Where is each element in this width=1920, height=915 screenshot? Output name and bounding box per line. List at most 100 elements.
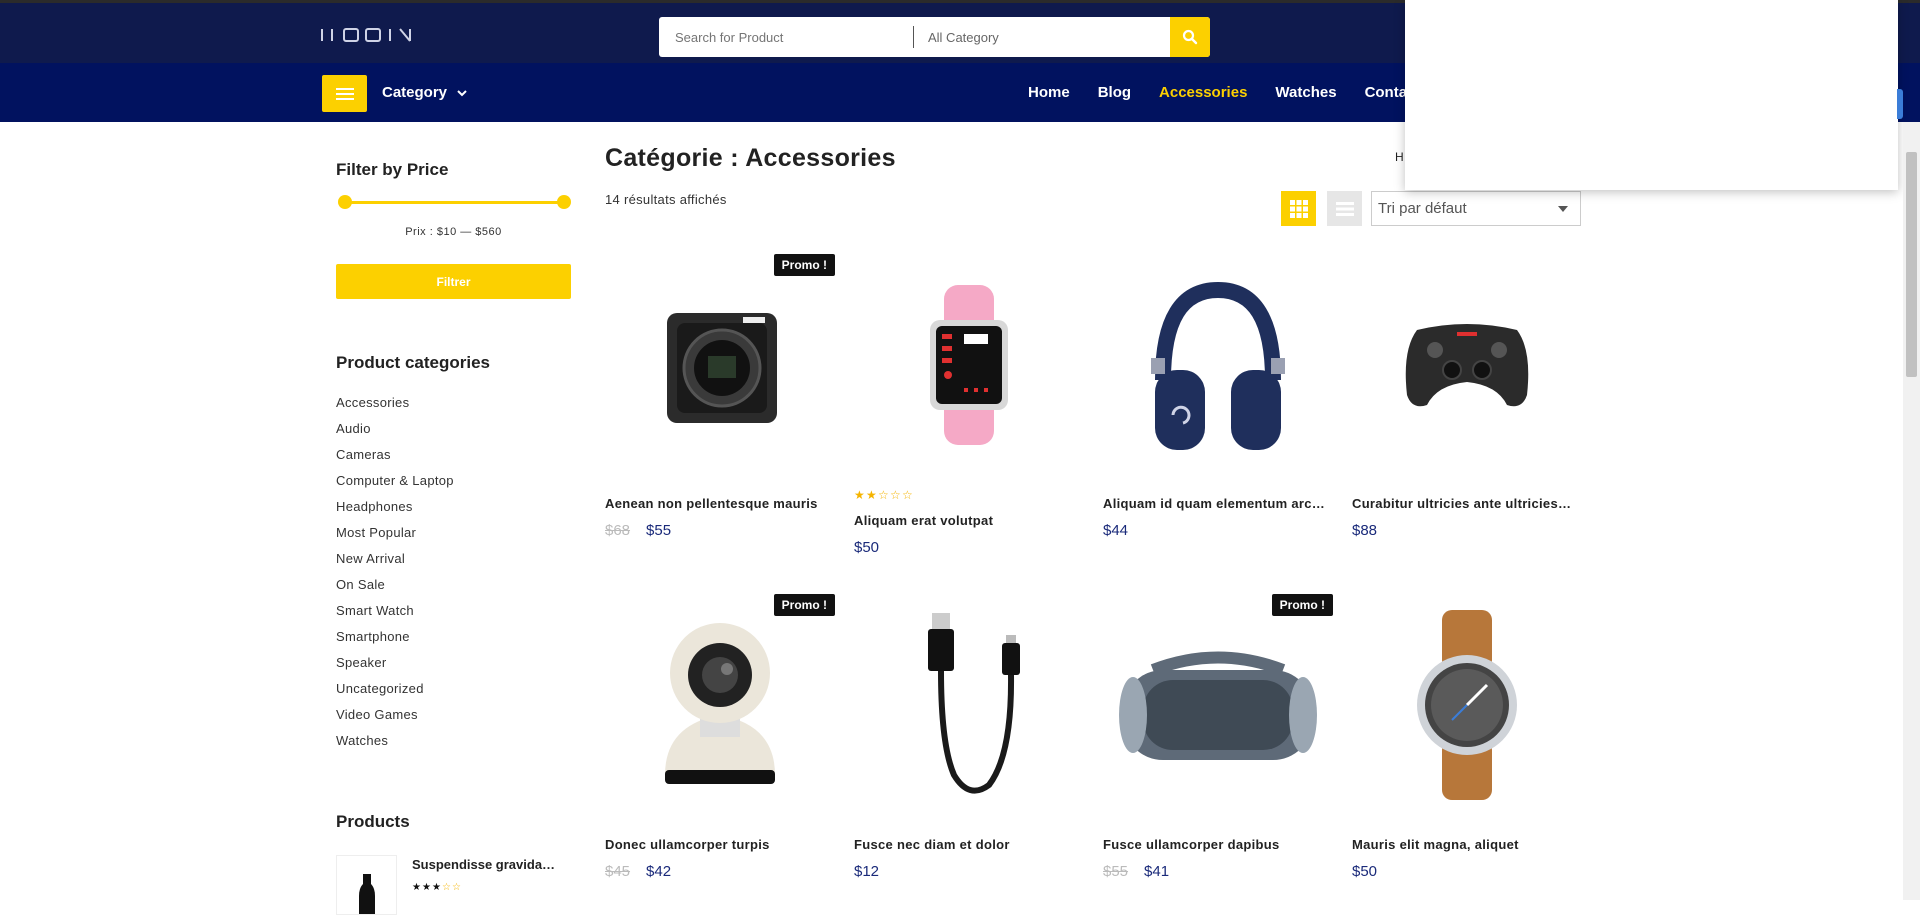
search-bar: All Category	[659, 17, 1210, 57]
product-title[interactable]: Aliquam erat volutpat	[854, 513, 1084, 528]
search-icon	[1182, 29, 1198, 45]
svg-text:☆: ☆	[452, 882, 461, 891]
menu-home[interactable]: Home	[1028, 84, 1070, 101]
svg-text:★: ★	[854, 488, 866, 500]
product-price: $50	[1352, 863, 1377, 880]
chevron-down-icon	[457, 89, 467, 96]
svg-text:☆: ☆	[442, 882, 451, 891]
product-thumbnail[interactable]	[336, 855, 397, 915]
product-title[interactable]: Donec ullamcorper turpis	[605, 837, 835, 852]
products-title: Products	[336, 812, 410, 831]
product-card[interactable]: Promo !	[605, 250, 835, 423]
product-card[interactable]	[1352, 590, 1582, 820]
product-title[interactable]: Curabitur ultricies ante ultricies…	[1352, 496, 1582, 511]
product-image[interactable]	[1352, 590, 1582, 820]
old-price: $55	[1103, 863, 1129, 880]
main-menu: Home Blog Accessories Watches Contac	[1028, 84, 1443, 101]
category-label: Category	[382, 84, 448, 101]
category-link[interactable]: Uncategorized	[336, 681, 454, 707]
popup-edge-tab[interactable]	[1897, 89, 1903, 119]
price-range-label: Prix : $10 — $560	[405, 226, 502, 238]
menu-watches[interactable]: Watches	[1275, 84, 1336, 101]
category-link[interactable]: Watches	[336, 733, 454, 759]
category-link[interactable]: Audio	[336, 421, 454, 447]
breadcrumb[interactable]: H	[1395, 150, 1404, 164]
product-card[interactable]: Promo !	[605, 590, 835, 820]
sort-select[interactable]: Tri par défaut	[1371, 191, 1581, 226]
current-price: $88	[1352, 522, 1378, 539]
product-price: $50	[854, 539, 879, 556]
menu-blog[interactable]: Blog	[1098, 84, 1131, 101]
product-image[interactable]	[605, 590, 835, 820]
product-image[interactable]	[1103, 250, 1333, 480]
product-title[interactable]: Aliquam id quam elementum arc…	[1103, 496, 1333, 511]
sidebar-product-rating: ★ ★ ★ ☆ ☆	[412, 878, 468, 896]
menu-accessories[interactable]: Accessories	[1159, 84, 1247, 101]
current-price: $42	[646, 863, 672, 880]
product-price: $44	[1103, 522, 1128, 539]
category-dropdown[interactable]: Category	[382, 84, 467, 101]
product-image[interactable]	[605, 250, 835, 480]
page-title: Catégorie : Accessories	[605, 144, 896, 172]
price-slider-min-handle[interactable]	[338, 195, 352, 209]
filter-price-title: Filter by Price	[336, 160, 449, 179]
product-image[interactable]	[854, 590, 1084, 820]
category-link[interactable]: New Arrival	[336, 551, 454, 577]
category-link[interactable]: Smartphone	[336, 629, 454, 655]
category-link[interactable]: On Sale	[336, 577, 454, 603]
svg-text:★: ★	[432, 882, 441, 891]
category-link[interactable]: Speaker	[336, 655, 454, 681]
category-link[interactable]: Computer & Laptop	[336, 473, 454, 499]
product-card[interactable]	[854, 250, 1084, 480]
grid-icon	[1289, 199, 1308, 218]
product-price: $88	[1352, 522, 1377, 539]
category-link[interactable]: Headphones	[336, 499, 454, 525]
category-menu-button[interactable]	[322, 75, 367, 112]
product-categories-title: Product categories	[336, 353, 490, 372]
price-slider-max-handle[interactable]	[557, 195, 571, 209]
scrollbar-thumb[interactable]	[1906, 152, 1917, 377]
popup-panel	[1405, 0, 1898, 190]
product-rating: ★ ★ ☆ ☆ ☆	[854, 488, 916, 503]
product-card[interactable]	[1103, 250, 1333, 480]
category-link[interactable]: Video Games	[336, 707, 454, 733]
site-logo[interactable]	[320, 25, 425, 45]
search-input[interactable]	[659, 17, 913, 57]
sidebar-product-name[interactable]: Suspendisse gravida…	[412, 857, 555, 872]
product-title[interactable]: Mauris elit magna, aliquet	[1352, 837, 1582, 852]
category-list: Accessories Audio Cameras Computer & Lap…	[336, 395, 454, 759]
product-title[interactable]: Fusce nec diam et dolor	[854, 837, 1084, 852]
promo-badge: Promo !	[773, 254, 835, 276]
category-link[interactable]: Accessories	[336, 395, 454, 421]
svg-text:☆: ☆	[902, 488, 914, 500]
old-price: $68	[605, 522, 631, 539]
category-link[interactable]: Smart Watch	[336, 603, 454, 629]
svg-text:★: ★	[422, 882, 431, 891]
product-image[interactable]	[1352, 250, 1582, 480]
price-slider-track[interactable]	[344, 201, 563, 204]
product-title[interactable]: Fusce ullamcorper dapibus	[1103, 837, 1333, 852]
grid-view-button[interactable]	[1281, 191, 1316, 226]
page-scrollbar[interactable]	[1903, 122, 1920, 900]
search-button[interactable]	[1170, 17, 1210, 57]
old-price: $45	[605, 863, 631, 880]
product-card[interactable]	[1352, 250, 1582, 480]
list-icon	[1335, 201, 1354, 216]
sort-value: Tri par défaut	[1378, 200, 1467, 217]
filter-button[interactable]: Filtrer	[336, 264, 571, 299]
svg-text:☆: ☆	[878, 488, 890, 500]
product-title[interactable]: Aenean non pellentesque mauris	[605, 496, 835, 511]
category-select[interactable]: All Category	[914, 30, 1170, 45]
product-price: $45 $42	[605, 863, 671, 880]
svg-text:☆: ☆	[890, 488, 902, 500]
promo-badge: Promo !	[1271, 594, 1333, 616]
category-link[interactable]: Cameras	[336, 447, 454, 473]
product-image[interactable]	[1103, 590, 1333, 820]
category-link[interactable]: Most Popular	[336, 525, 454, 551]
results-count: 14 résultats affichés	[605, 192, 727, 207]
product-card[interactable]: Promo !	[1103, 590, 1333, 820]
hamburger-icon	[335, 87, 354, 90]
product-card[interactable]	[854, 590, 1084, 820]
list-view-button[interactable]	[1327, 191, 1362, 226]
product-image[interactable]	[854, 250, 1084, 480]
